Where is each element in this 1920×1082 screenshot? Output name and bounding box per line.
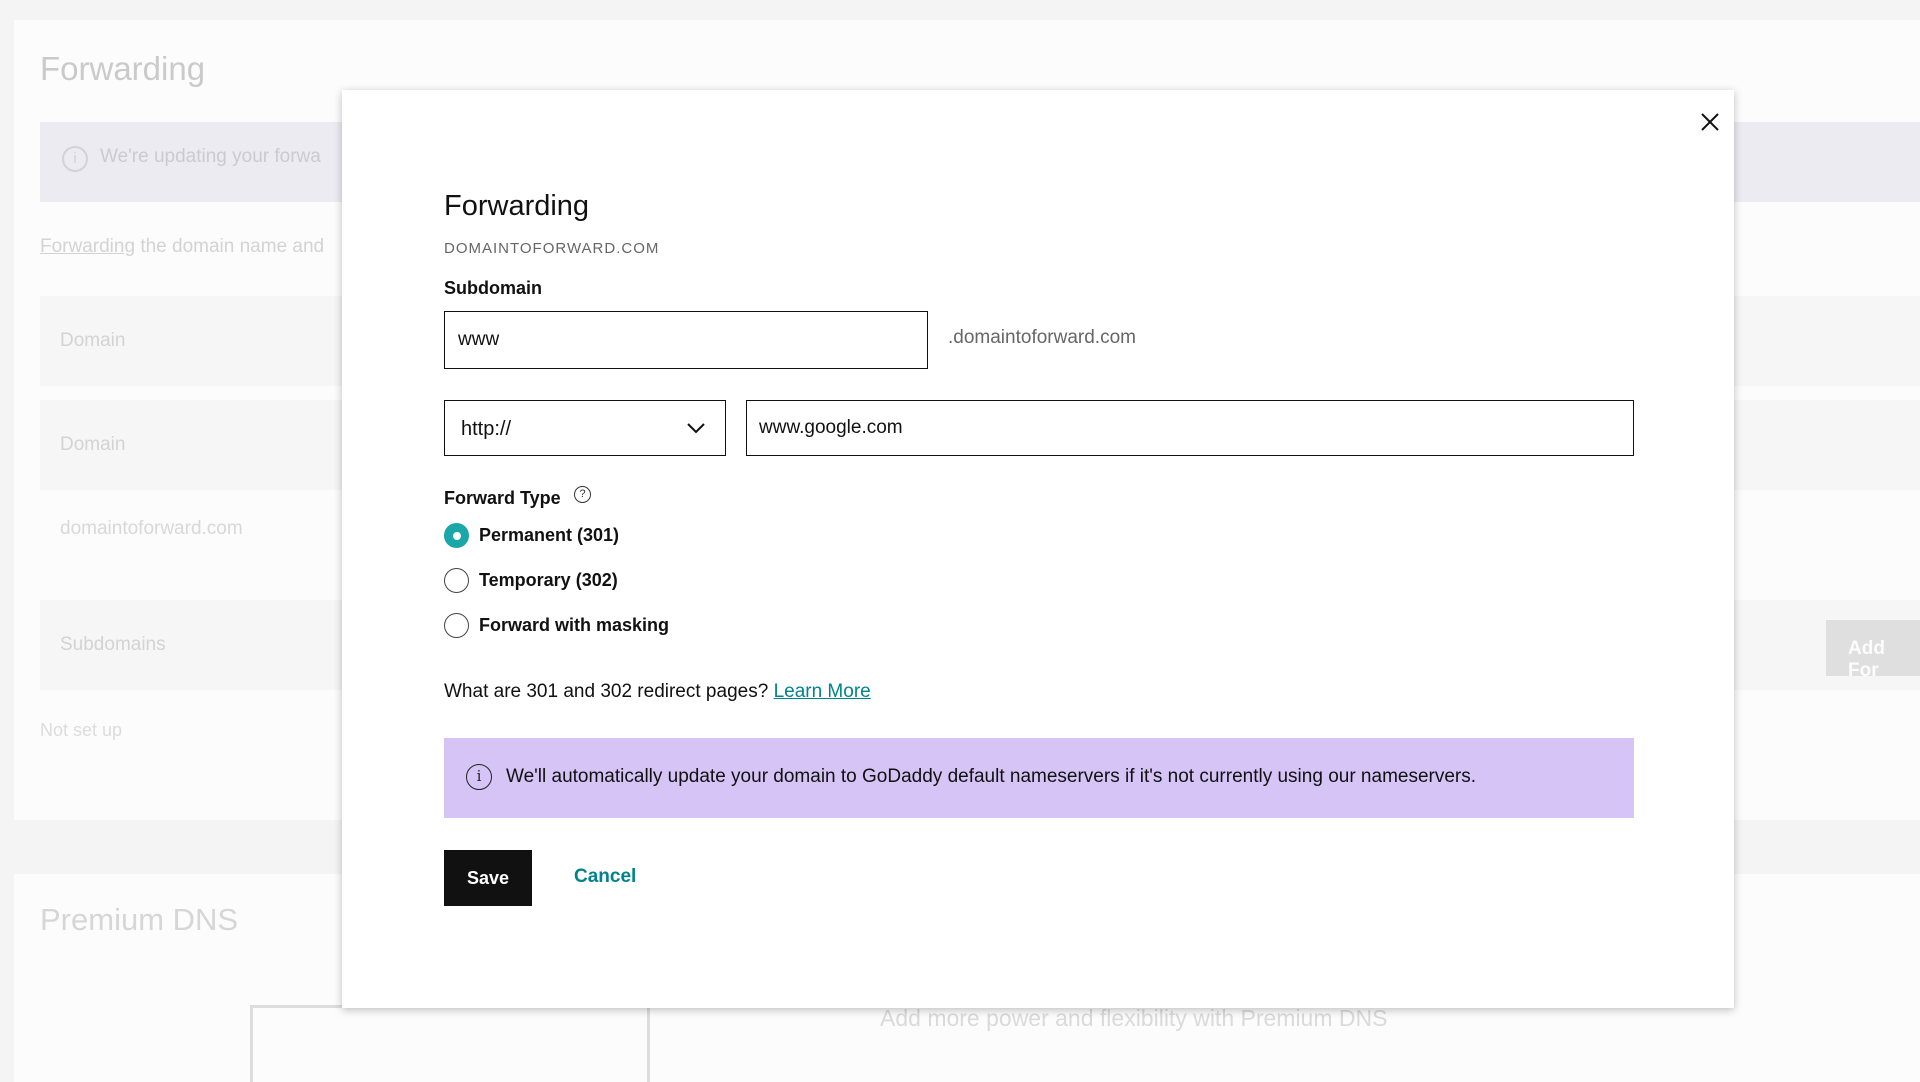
forward-type-label: Forward Type: [444, 488, 561, 508]
save-button[interactable]: Save: [444, 850, 532, 906]
protocol-selected-value: http://: [461, 418, 512, 440]
subdomain-suffix: .domaintoforward.com: [948, 327, 1136, 348]
radio-label: Temporary (302): [479, 570, 618, 590]
forwarding-modal: Forwarding DOMAINTOFORWARD.COM Subdomain…: [342, 90, 1734, 1008]
modal-title: Forwarding: [444, 190, 590, 222]
help-icon[interactable]: ?: [574, 486, 591, 503]
radio-label: Forward with masking: [479, 615, 670, 635]
learn-more-link[interactable]: Learn More: [774, 681, 871, 702]
nameserver-notice: i We'll automatically update your domain…: [444, 738, 1634, 818]
radio-button[interactable]: [444, 613, 469, 638]
info-icon: i: [466, 764, 492, 790]
notice-text: We'll automatically update your domain t…: [506, 766, 1477, 787]
modal-domain-name: DOMAINTOFORWARD.COM: [444, 240, 660, 257]
radio-button-checked[interactable]: [444, 523, 469, 548]
redirect-question: What are 301 and 302 redirect pages?: [444, 681, 769, 702]
radio-label: Permanent (301): [479, 525, 620, 545]
subdomain-input[interactable]: [444, 311, 928, 369]
destination-url-input[interactable]: [746, 400, 1634, 456]
redirect-info: What are 301 and 302 redirect pages? Lea…: [444, 681, 871, 703]
chevron-down-icon: [687, 423, 705, 434]
subdomain-label: Subdomain: [444, 278, 542, 298]
close-icon: [1701, 113, 1719, 131]
protocol-select[interactable]: http://: [444, 400, 726, 456]
radio-button[interactable]: [444, 568, 469, 593]
cancel-button[interactable]: Cancel: [574, 866, 636, 888]
close-button[interactable]: [1692, 104, 1728, 140]
